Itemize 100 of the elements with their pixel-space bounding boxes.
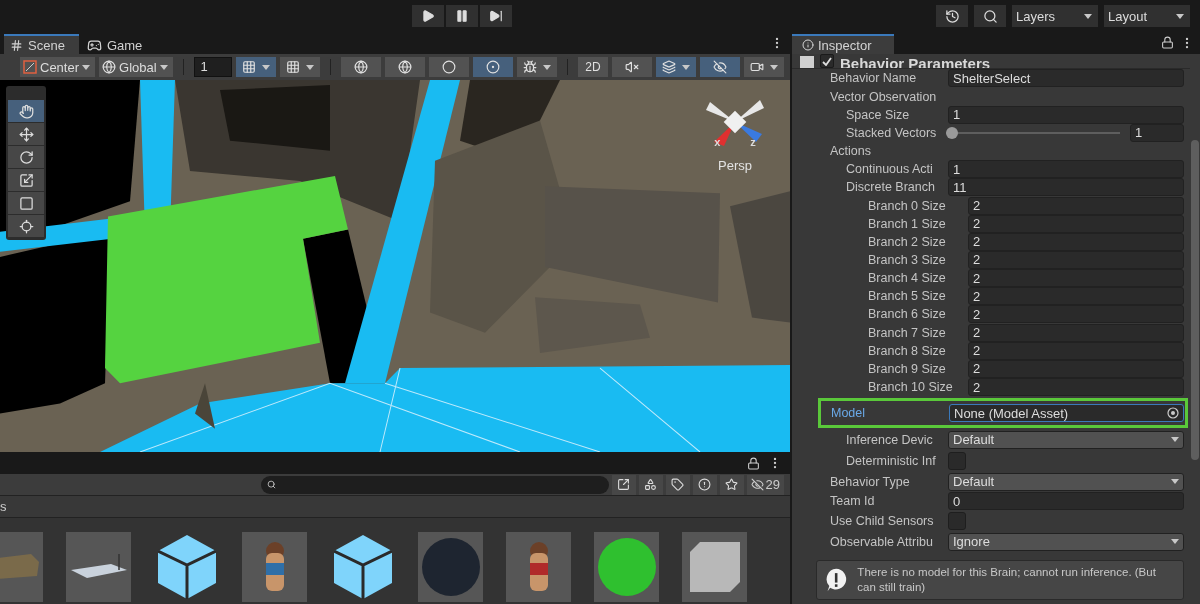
search-icon: [266, 480, 276, 489]
step-button[interactable]: [480, 5, 512, 27]
script-icon: [800, 56, 814, 69]
hidden-count-button[interactable]: 29: [746, 474, 784, 495]
pause-button[interactable]: [446, 5, 478, 27]
help-message: There is no model for this Brain; cannot run inference. (But can still train): [857, 565, 1157, 596]
input-field[interactable]: 0: [948, 492, 1184, 511]
toolbar-button[interactable]: [341, 57, 382, 77]
mode-2d-button[interactable]: 2D: [578, 57, 608, 77]
dropdown[interactable]: Default: [948, 430, 1184, 449]
history-button[interactable]: [936, 5, 968, 27]
field-label: Branch 8 Size: [868, 343, 947, 358]
caret-icon: [306, 64, 315, 70]
lock-icon[interactable]: [747, 456, 760, 470]
toolbar-button[interactable]: [280, 57, 321, 77]
toolbar-button[interactable]: [744, 57, 784, 77]
input-field[interactable]: 2: [968, 287, 1184, 306]
toolbar-button[interactable]: [656, 57, 696, 77]
tool-button[interactable]: [8, 100, 44, 122]
snap-input-field[interactable]: 1: [193, 57, 233, 77]
dropdown[interactable]: Ignore: [948, 532, 1184, 551]
slider-thumb[interactable]: [946, 126, 958, 139]
view-mode-label[interactable]: Persp: [718, 158, 752, 173]
caret-icon: [262, 64, 271, 70]
input-field[interactable]: 1: [948, 105, 1184, 124]
asset-thumbnail[interactable]: [594, 532, 659, 602]
tool-button[interactable]: [8, 215, 44, 237]
tool-button[interactable]: [8, 123, 44, 145]
input-field[interactable]: 1: [948, 160, 1184, 179]
input-field[interactable]: ShelterSelect: [948, 69, 1184, 88]
toolbar-button[interactable]: [700, 57, 740, 77]
field-label: Discrete Branch: [846, 180, 936, 195]
search-field[interactable]: [260, 475, 609, 494]
field-label: Observable Attribu: [830, 534, 934, 549]
eye-off-icon: [713, 60, 727, 74]
asset-thumbnail[interactable]: [682, 532, 747, 602]
tool-button[interactable]: [8, 192, 44, 214]
search-mode-button[interactable]: [611, 474, 636, 495]
sphere-icon: [421, 538, 480, 596]
toolbar-button[interactable]: [429, 57, 470, 77]
input-field[interactable]: 2: [968, 378, 1184, 397]
caret-icon: [1084, 13, 1092, 19]
lock-icon[interactable]: [1161, 36, 1174, 49]
scrollbar-thumb[interactable]: [1191, 140, 1199, 460]
field-label: Team Id: [830, 494, 876, 509]
field-label: Branch 5 Size: [868, 289, 947, 304]
globe-icon: [398, 60, 413, 74]
play-button[interactable]: [412, 5, 444, 27]
asset-thumbnail[interactable]: [418, 532, 483, 602]
toolbar-button[interactable]: [473, 57, 514, 77]
input-field[interactable]: 2: [968, 323, 1184, 342]
panel-tab[interactable]: Inspector: [792, 34, 894, 54]
checkbox[interactable]: [820, 54, 834, 69]
axis-label: z: [750, 136, 756, 148]
space-dropdown[interactable]: Global: [99, 57, 173, 77]
toolbar-button[interactable]: [385, 57, 426, 77]
input-field[interactable]: 2: [968, 196, 1184, 215]
filter-button[interactable]: [638, 474, 663, 495]
panel-tab[interactable]: Game: [80, 34, 157, 54]
filter-button[interactable]: [665, 474, 690, 495]
eye-off-icon: [750, 478, 764, 491]
asset-thumbnail[interactable]: [242, 532, 307, 602]
mute-icon: [625, 60, 639, 74]
gamepad-icon: [86, 37, 102, 53]
field-label: Deterministic Inf: [846, 453, 937, 468]
field-label: Space Size: [846, 107, 911, 122]
scene-drawing[interactable]: [0, 80, 790, 452]
layers-dropdown[interactable]: Layers: [1012, 5, 1098, 27]
filter-button[interactable]: [719, 474, 744, 495]
search-button[interactable]: [974, 5, 1006, 27]
panel-tab[interactable]: Scene: [4, 34, 79, 54]
asset-thumbnail[interactable]: [506, 532, 571, 602]
toolbar-button[interactable]: [236, 57, 277, 77]
alert-icon: [698, 478, 712, 491]
pivot-dropdown[interactable]: Center: [20, 57, 96, 77]
cube-icon: [689, 542, 740, 592]
input-field[interactable]: 11: [948, 178, 1184, 197]
layout-dropdown[interactable]: Layout: [1104, 5, 1190, 27]
field-label: Behavior Name: [830, 71, 918, 86]
toolbar-button[interactable]: [517, 57, 558, 77]
object-field[interactable]: None (Model Asset): [949, 404, 1184, 423]
asset-thumbnail[interactable]: [66, 532, 131, 602]
globe-icon: [102, 60, 117, 74]
checkbox[interactable]: [948, 451, 966, 470]
search-icon: [982, 8, 998, 24]
tool-button[interactable]: [8, 146, 44, 168]
tool-button[interactable]: [8, 169, 44, 191]
field-label: Branch 1 Size: [868, 216, 947, 231]
filter-button[interactable]: [692, 474, 717, 495]
input-field[interactable]: 2: [968, 269, 1184, 288]
field-label: Inference Devic: [846, 432, 934, 447]
scale-icon: [18, 172, 34, 188]
dropdown[interactable]: Default: [948, 472, 1184, 491]
breadcrumb-text[interactable]: s: [0, 499, 7, 514]
input-field[interactable]: 2: [968, 305, 1184, 324]
field-label: Model: [831, 406, 867, 421]
bug-icon: [523, 60, 538, 74]
toolbar-button[interactable]: [612, 57, 652, 77]
caret-icon: [543, 64, 552, 70]
checkbox[interactable]: [948, 511, 966, 530]
